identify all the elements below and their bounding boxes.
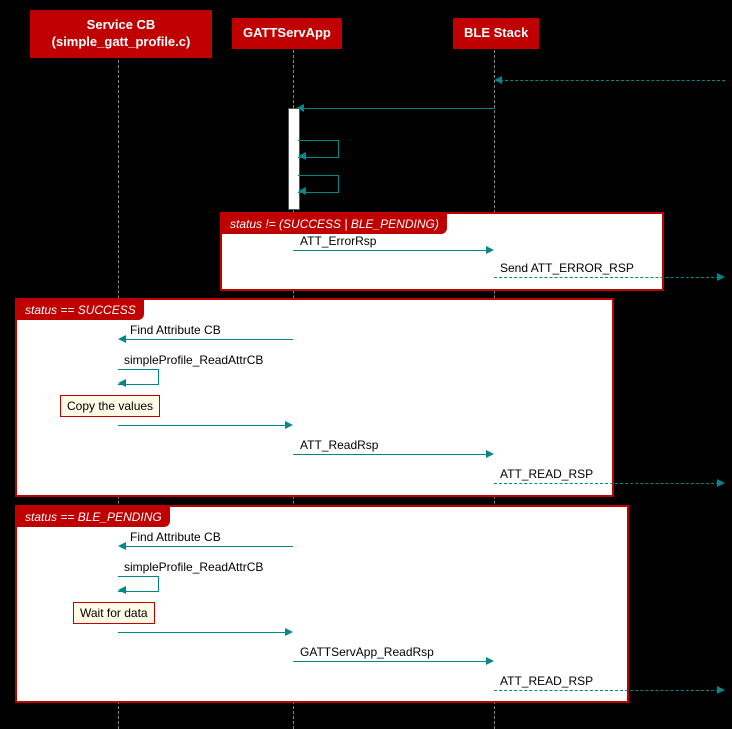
arrow-head-gattservapp-read-rsp [486,657,494,665]
arrow-att-read-rsp-out-2 [494,690,719,691]
arrow-head-att-error-rsp [486,246,494,254]
alt-header-success: status == SUCCESS [17,300,144,320]
arrow-head-servicecb-to-gattservapp-2 [285,628,293,636]
arrow-head-readattrcb-1 [118,379,126,387]
arrow-att-read-rsp-out-1 [494,483,719,484]
arrow-head-self-2 [298,187,306,195]
note-copy-values: Copy the values [60,395,160,417]
arrow-head-att-read-rsp-1 [486,450,494,458]
arrow-servicecb-to-gattservapp-2 [118,632,287,633]
alt-header-pending: status == BLE_PENDING [17,507,170,527]
arrow-external-to-blestack [500,80,725,81]
arrow-head-find-attr-cb-2 [118,542,126,550]
arrow-find-attr-cb-1 [125,339,293,340]
arrow-head-find-attr-cb-1 [118,335,126,343]
arrow-head-att-read-rsp-out-1 [717,479,725,487]
label-att-read-rsp-out-1: ATT_READ_RSP [500,467,593,481]
arrow-send-att-error-rsp [494,277,719,278]
participant-service-cb-line2: (simple_gatt_profile.c) [52,34,191,49]
participant-service-cb: Service CB (simple_gatt_profile.c) [30,10,212,58]
participant-gattservapp: GATTServApp [232,18,342,49]
alt-box-error: status != (SUCCESS | BLE_PENDING) [220,212,664,291]
participant-service-cb-line1: Service CB [87,17,156,32]
arrow-head-self-1 [298,152,306,160]
label-send-att-error-rsp: Send ATT_ERROR_RSP [500,261,634,275]
arrow-head-readattrcb-2 [118,586,126,594]
participant-ble-stack: BLE Stack [453,18,539,49]
label-read-attr-cb-2: simpleProfile_ReadAttrCB [124,560,263,574]
label-att-read-rsp-1: ATT_ReadRsp [300,438,378,452]
arrow-find-attr-cb-2 [125,546,293,547]
label-read-attr-cb-1: simpleProfile_ReadAttrCB [124,353,263,367]
arrow-gattservapp-read-rsp [293,661,488,662]
arrow-head-send-att-error-rsp [717,273,725,281]
arrow-head-external-to-blestack [494,76,502,84]
label-att-error-rsp: ATT_ErrorRsp [300,234,376,248]
arrow-blestack-to-gattservapp [300,108,494,109]
arrow-att-read-rsp-1 [293,454,488,455]
arrow-head-att-read-rsp-out-2 [717,686,725,694]
label-find-attr-cb-1: Find Attribute CB [130,323,221,337]
arrow-servicecb-to-gattservapp-1 [118,425,287,426]
label-gattservapp-read-rsp: GATTServApp_ReadRsp [300,645,434,659]
label-att-read-rsp-out-2: ATT_READ_RSP [500,674,593,688]
note-wait-for-data: Wait for data [73,602,155,624]
label-find-attr-cb-2: Find Attribute CB [130,530,221,544]
alt-header-error: status != (SUCCESS | BLE_PENDING) [222,214,447,234]
arrow-att-error-rsp [293,250,488,251]
arrow-head-servicecb-to-gattservapp-1 [285,421,293,429]
